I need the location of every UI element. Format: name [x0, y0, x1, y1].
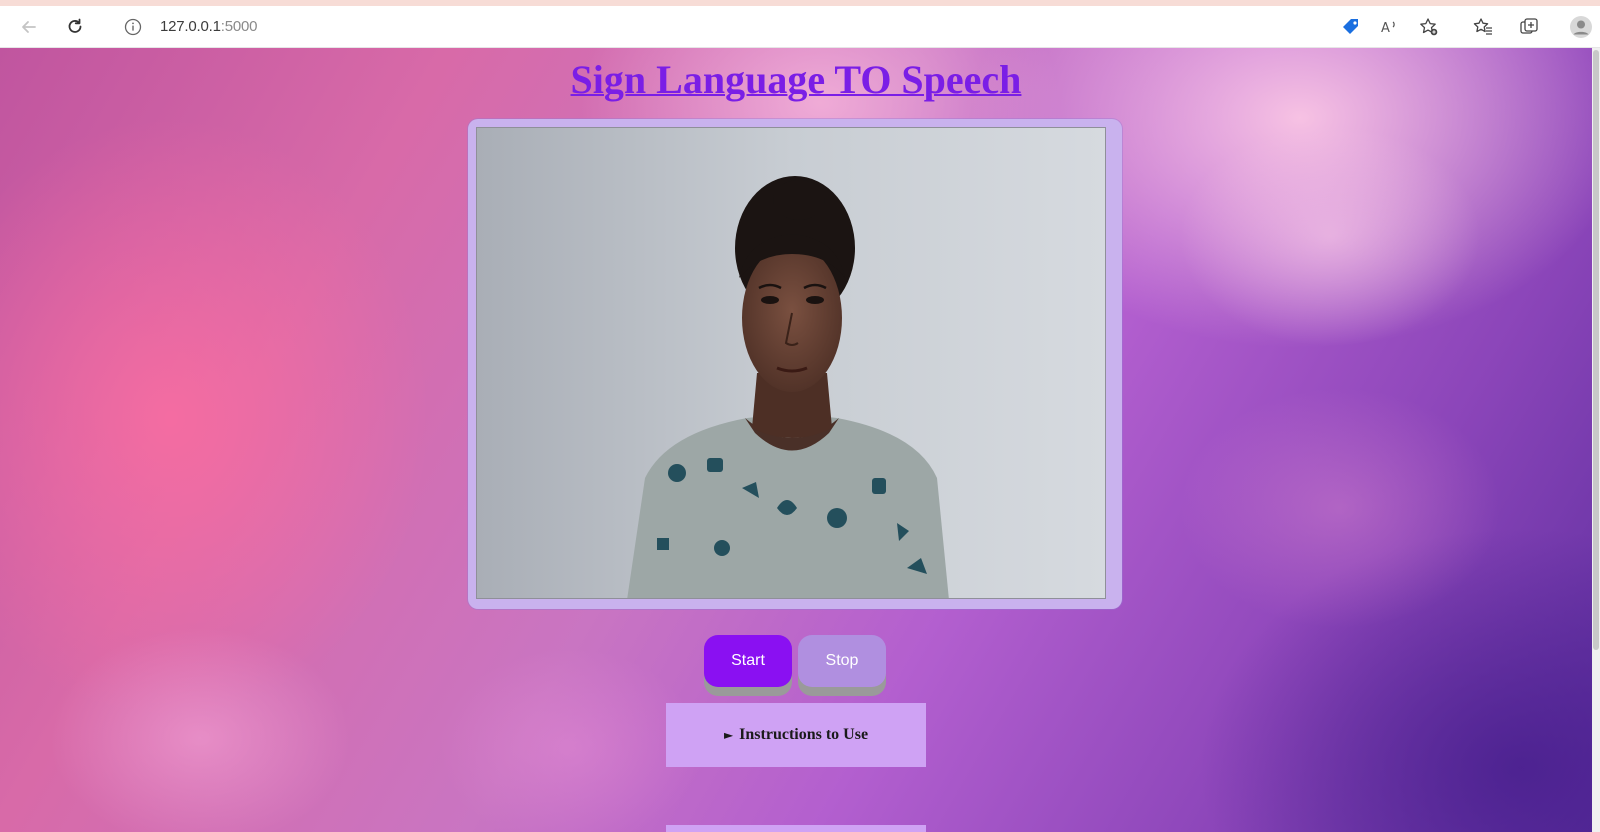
- back-icon[interactable]: [14, 12, 44, 42]
- add-favorite-icon[interactable]: [1414, 12, 1444, 42]
- disclosure-triangle-icon: ►: [723, 728, 734, 742]
- browser-toolbar: 127.0.0.1:5000 A: [0, 6, 1600, 48]
- address-url: 127.0.0.1:5000: [160, 18, 258, 35]
- coupon-icon[interactable]: [1336, 12, 1366, 42]
- refresh-icon[interactable]: [60, 12, 90, 42]
- info-icon[interactable]: [124, 18, 142, 36]
- collections-icon[interactable]: [1514, 12, 1544, 42]
- page-title[interactable]: Sign Language TO Speech: [0, 56, 1592, 103]
- video-frame: [468, 119, 1122, 609]
- stop-button[interactable]: Stop: [798, 635, 886, 687]
- profile-icon[interactable]: [1566, 12, 1596, 42]
- page-scrollbar[interactable]: [1592, 48, 1600, 832]
- scrollbar-thumb[interactable]: [1593, 50, 1599, 650]
- address-host: 127.0.0.1: [160, 18, 221, 35]
- instructions-label: Instructions to Use: [739, 726, 869, 743]
- read-aloud-icon[interactable]: A: [1374, 12, 1404, 42]
- address-bar[interactable]: 127.0.0.1:5000: [108, 11, 1298, 43]
- webcam-person-image: [477, 128, 1105, 598]
- instructions-toggle[interactable]: ► Instructions to Use: [666, 703, 926, 767]
- address-port: :5000: [220, 18, 258, 35]
- next-panel: [666, 825, 926, 832]
- page-viewport: Sign Language TO Speech Start Stop ► Ins…: [0, 48, 1592, 832]
- favorites-icon[interactable]: [1468, 12, 1498, 42]
- svg-text:A: A: [1381, 21, 1390, 36]
- start-button[interactable]: Start: [704, 635, 792, 687]
- webcam-feed: [476, 127, 1106, 599]
